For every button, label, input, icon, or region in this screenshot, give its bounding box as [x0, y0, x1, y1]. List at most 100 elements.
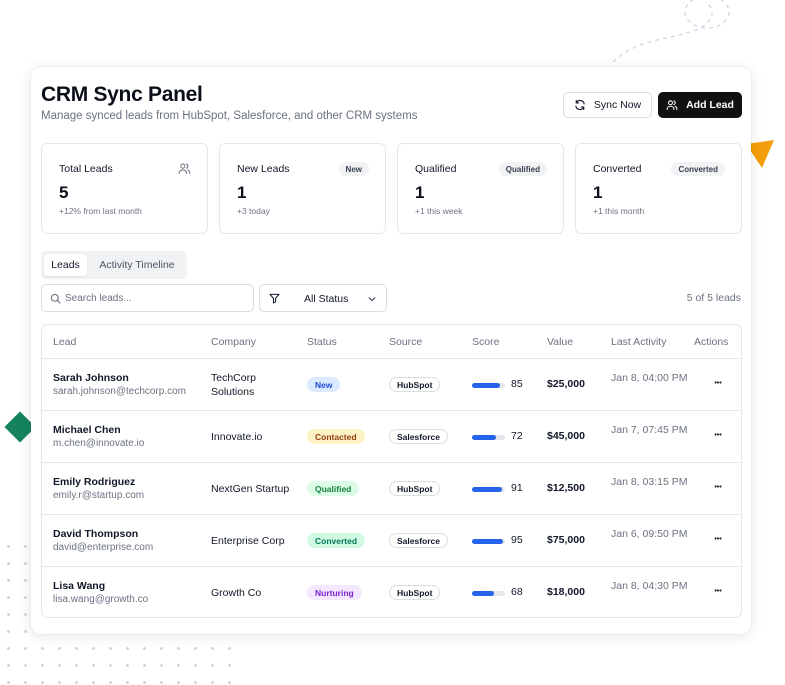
table-row[interactable]: Michael Chen m.chen@innovate.io Innovate.i… — [42, 411, 741, 463]
source-badge: HubSpot — [389, 481, 441, 496]
stat-badge: New — [338, 162, 369, 176]
lead-value: $12,500 — [547, 482, 585, 494]
last-activity: Jan 8, 03:15 PM — [611, 476, 688, 488]
lead-score: 68 — [511, 586, 523, 598]
stat-label: Total Leads — [59, 163, 113, 175]
status-badge: New — [307, 377, 341, 392]
status-filter-select[interactable]: All Status — [259, 284, 387, 312]
source-badge: Salesforce — [389, 429, 448, 444]
lead-score: 85 — [511, 378, 523, 390]
lead-company: Growth Co — [211, 587, 262, 599]
sync-now-label: Sync Now — [593, 99, 642, 111]
column-header: Score — [472, 336, 500, 348]
status-badge: Contacted — [307, 429, 365, 444]
results-count: 5 of 5 leads — [686, 292, 741, 304]
search-icon — [50, 293, 61, 304]
lead-email: sarah.johnson@techcorp.com — [53, 386, 186, 397]
last-activity: Jan 7, 07:45 PM — [611, 424, 688, 436]
more-actions-icon[interactable]: ••• — [708, 373, 728, 393]
stat-card-total-leads: Total Leads 5 +12% from last month — [41, 143, 208, 234]
status-filter-value: All Status — [304, 293, 349, 305]
more-actions-icon[interactable]: ••• — [708, 425, 728, 445]
more-actions-icon[interactable]: ••• — [708, 477, 728, 497]
sync-now-button[interactable]: Sync Now — [563, 92, 652, 118]
filter-icon — [269, 293, 280, 304]
score-bar — [472, 539, 505, 544]
source-badge: HubSpot — [389, 377, 441, 392]
stat-label: Qualified — [415, 163, 457, 175]
stat-card-new-leads: New Leads New 1 +3 today — [219, 143, 386, 234]
lead-name: Sarah Johnson — [53, 372, 129, 384]
users-icon — [178, 163, 191, 174]
add-lead-label: Add Lead — [686, 99, 734, 111]
stat-badge: Converted — [671, 162, 725, 176]
score-bar-fill — [472, 539, 504, 544]
lead-company: NextGen Startup — [211, 483, 290, 495]
last-activity: Jan 8, 04:30 PM — [611, 580, 688, 592]
last-activity: Jan 6, 09:50 PM — [611, 528, 688, 540]
lead-score: 95 — [511, 534, 523, 546]
column-header: Actions — [694, 336, 729, 348]
stat-subtext: +1 this month — [593, 206, 645, 216]
tab-leads[interactable]: Leads — [44, 254, 87, 276]
lead-name: David Thompson — [53, 528, 139, 540]
users-icon — [666, 100, 678, 111]
lead-company: Innovate.io — [211, 431, 263, 443]
score-bar-fill — [472, 383, 501, 388]
lead-value: $75,000 — [547, 534, 585, 546]
lead-email: m.chen@innovate.io — [53, 438, 145, 449]
column-header: Last Activity — [611, 336, 667, 348]
score-bar-fill — [472, 487, 503, 492]
tab-activity-timeline[interactable]: Activity Timeline — [91, 254, 183, 276]
table-row[interactable]: Lisa Wang lisa.wang@growth.co Growth Co Nur… — [42, 567, 741, 617]
refresh-icon — [575, 99, 585, 111]
lead-email: emily.r@startup.com — [53, 490, 145, 501]
column-header: Status — [307, 336, 337, 348]
lead-value: $25,000 — [547, 378, 585, 390]
table-row[interactable]: Emily Rodriguez emily.r@startup.com NextGe… — [42, 463, 741, 515]
lead-value: $18,000 — [547, 586, 585, 598]
page-subtitle: Manage synced leads from HubSpot, Salesf… — [41, 110, 418, 122]
stat-card-converted: Converted Converted 1 +1 this month — [575, 143, 742, 234]
lead-name: Michael Chen — [53, 424, 121, 436]
lead-company: TechCorp Solutions — [211, 372, 256, 398]
tab-bar: Leads Activity Timeline — [41, 251, 187, 279]
score-bar-fill — [472, 435, 496, 440]
more-actions-icon[interactable]: ••• — [708, 529, 728, 549]
lead-name: Lisa Wang — [53, 580, 106, 592]
lead-value: $45,000 — [547, 430, 585, 442]
table-row[interactable]: Sarah Johnson sarah.johnson@techcorp.com T… — [42, 359, 741, 411]
more-actions-icon[interactable]: ••• — [708, 581, 728, 601]
stat-label: Converted — [593, 163, 642, 175]
stat-badge: Qualified — [498, 162, 547, 176]
leads-table: Lead Company Status Source Score Value L… — [41, 324, 742, 618]
column-header: Source — [389, 336, 423, 348]
crm-sync-panel: CRM Sync Panel Manage synced leads from … — [31, 67, 751, 634]
stat-card-qualified: Qualified Qualified 1 +1 this week — [397, 143, 564, 234]
score-bar — [472, 435, 505, 440]
decorative-dashed-curve — [612, 0, 730, 63]
column-header: Lead — [53, 336, 77, 348]
source-badge: HubSpot — [389, 585, 441, 600]
source-badge: Salesforce — [389, 533, 448, 548]
column-header: Value — [547, 336, 574, 348]
lead-email: lisa.wang@growth.co — [53, 594, 149, 605]
add-lead-button[interactable]: Add Lead — [658, 92, 742, 118]
stat-value: 5 — [59, 183, 69, 202]
search-box — [41, 284, 254, 312]
table-header: Lead Company Status Source Score Value L… — [42, 325, 741, 359]
stat-subtext: +12% from last month — [59, 206, 142, 216]
lead-score: 91 — [511, 482, 523, 494]
status-badge: Converted — [307, 533, 366, 548]
page-title: CRM Sync Panel — [41, 83, 203, 106]
lead-name: Emily Rodriguez — [53, 476, 136, 488]
last-activity: Jan 8, 04:00 PM — [611, 372, 688, 384]
lead-company: Enterprise Corp — [211, 535, 285, 547]
table-row[interactable]: David Thompson david@enterprise.com Enterp… — [42, 515, 741, 567]
stat-value: 1 — [593, 183, 603, 202]
search-input[interactable] — [65, 288, 250, 308]
score-bar — [472, 383, 505, 388]
score-bar-fill — [472, 591, 495, 596]
chevron-down-icon — [368, 297, 376, 302]
stat-label: New Leads — [237, 163, 290, 175]
